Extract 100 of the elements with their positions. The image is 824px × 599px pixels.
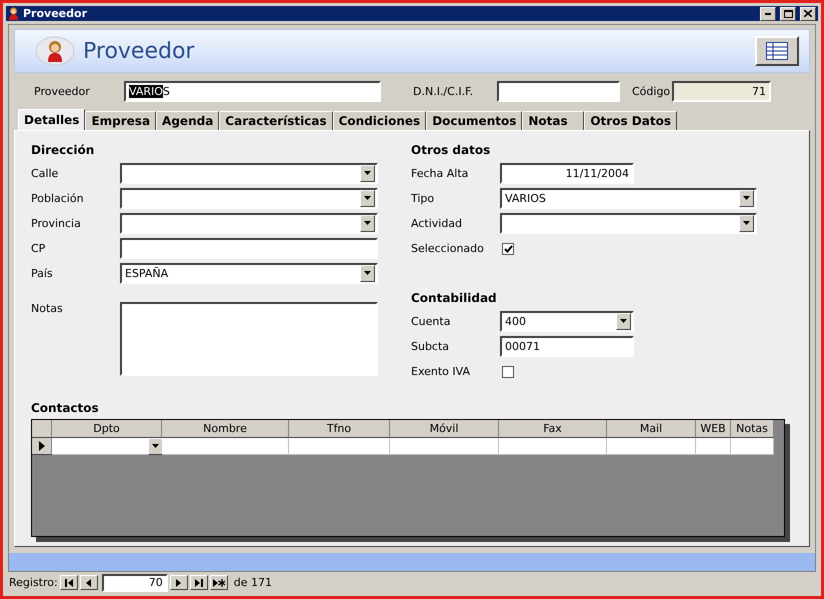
person-icon	[35, 35, 75, 68]
checkbox[interactable]	[502, 242, 514, 255]
table-cell[interactable]	[390, 438, 499, 456]
input-field[interactable]: 11/11/2004	[500, 163, 634, 184]
field-label: Seleccionado	[411, 242, 485, 256]
dropdown-button[interactable]	[739, 215, 754, 232]
dropdown-field[interactable]: 400	[500, 311, 634, 332]
caret-down-icon	[152, 444, 159, 449]
next-icon	[176, 578, 182, 587]
dropdown-button[interactable]	[739, 190, 754, 208]
caret-down-icon	[364, 196, 371, 202]
field-label: Población	[31, 192, 85, 206]
tab[interactable]: Otros Datos	[584, 111, 677, 130]
field-label: Cuenta	[411, 315, 452, 328]
dropdown-button[interactable]	[616, 313, 631, 330]
tab[interactable]: Documentos	[426, 111, 522, 130]
maximize-icon	[784, 10, 792, 18]
last-icon	[194, 578, 203, 587]
input-field[interactable]: 71	[672, 80, 771, 102]
maximize-button[interactable]	[780, 6, 796, 21]
field-value: VARIOS	[505, 192, 546, 206]
table-cell[interactable]	[731, 438, 774, 456]
field-label: Código	[632, 84, 672, 98]
field-label: Calle	[31, 167, 60, 180]
tab[interactable]: Condiciones	[332, 111, 426, 130]
dropdown-field[interactable]: VARIOS	[500, 188, 757, 210]
checkbox[interactable]	[502, 366, 514, 378]
field-value: 00071	[505, 340, 540, 354]
section-title: Contactos	[31, 400, 100, 418]
caret-down-icon	[364, 171, 371, 176]
input-field[interactable]	[120, 238, 378, 260]
column-header[interactable]: Mail	[607, 420, 696, 438]
previous-icon	[86, 578, 92, 587]
window-title: Proveedor	[23, 7, 88, 20]
column-header[interactable]: Nombre	[162, 420, 289, 438]
field-value: 11/11/2004	[566, 167, 629, 180]
dropdown-button[interactable]	[360, 215, 375, 232]
table-cell[interactable]	[162, 438, 289, 456]
section-title: Contabilidad	[411, 290, 498, 308]
table-cell[interactable]	[607, 438, 696, 456]
column-header[interactable]: Tfno	[289, 420, 390, 438]
tab[interactable]: Notas	[522, 111, 584, 130]
dropdown-field[interactable]	[500, 213, 757, 234]
datasheet-button[interactable]	[755, 36, 799, 66]
field-value: 71	[752, 84, 766, 98]
field-label: Provincia	[31, 217, 82, 230]
table-cell[interactable]	[499, 438, 607, 456]
next-record-button[interactable]	[170, 575, 188, 590]
field-label: Tipo	[411, 192, 436, 206]
dropdown-field[interactable]	[120, 163, 378, 184]
notes-field[interactable]	[120, 302, 378, 376]
table-cell[interactable]	[52, 438, 162, 456]
column-header[interactable]: Dpto	[52, 420, 162, 438]
input-field[interactable]: 00071	[500, 336, 634, 358]
close-button[interactable]	[800, 6, 816, 21]
last-record-button[interactable]	[190, 575, 208, 590]
minimize-button[interactable]	[760, 6, 776, 21]
field-value: ESPAÑA	[125, 267, 168, 280]
dropdown-field[interactable]: ESPAÑA	[120, 263, 378, 284]
field-value: VARIOS	[129, 84, 170, 98]
field-label: Fecha Alta	[411, 167, 470, 180]
field-label: Subcta	[411, 340, 450, 354]
tab[interactable]: Características	[219, 111, 333, 130]
close-icon	[804, 10, 812, 18]
new-record-icon	[212, 578, 225, 587]
first-icon	[64, 578, 73, 587]
row-selector[interactable]	[32, 438, 52, 456]
table-cell[interactable]	[696, 438, 731, 456]
section-title: Dirección	[31, 142, 96, 160]
dropdown-button[interactable]	[360, 265, 375, 282]
dropdown-field[interactable]	[120, 213, 378, 234]
current-row-icon	[38, 441, 44, 452]
dropdown-button[interactable]	[360, 190, 375, 208]
check-icon	[504, 244, 512, 253]
record-number-field[interactable]: 70	[102, 574, 168, 592]
table-cell[interactable]	[289, 438, 390, 456]
tab[interactable]: Detalles	[18, 109, 86, 130]
column-header[interactable]: Fax	[499, 420, 607, 438]
caret-down-icon	[620, 319, 627, 324]
tab[interactable]: Agenda	[156, 111, 220, 130]
column-header[interactable]: WEB	[696, 420, 731, 438]
field-label: Actividad	[411, 217, 464, 230]
new-record-button[interactable]	[210, 575, 228, 590]
record-total: de 171	[234, 576, 272, 590]
field-label: CP	[31, 242, 46, 256]
first-record-button[interactable]	[60, 575, 78, 590]
record-label: Registro:	[9, 576, 58, 590]
person-icon	[8, 7, 19, 20]
input-field[interactable]: VARIOS	[124, 80, 381, 102]
caret-down-icon	[743, 196, 750, 202]
dropdown-button[interactable]	[360, 165, 375, 182]
section-title: Otros datos	[411, 142, 492, 160]
tab[interactable]: Empresa	[85, 111, 156, 130]
column-header[interactable]: Notas	[731, 420, 774, 438]
input-field[interactable]	[497, 80, 620, 102]
previous-record-button[interactable]	[80, 575, 98, 590]
field-label: País	[31, 267, 54, 280]
column-header[interactable]: Móvil	[390, 420, 499, 438]
table-icon	[766, 42, 788, 60]
dropdown-field[interactable]	[120, 188, 378, 210]
